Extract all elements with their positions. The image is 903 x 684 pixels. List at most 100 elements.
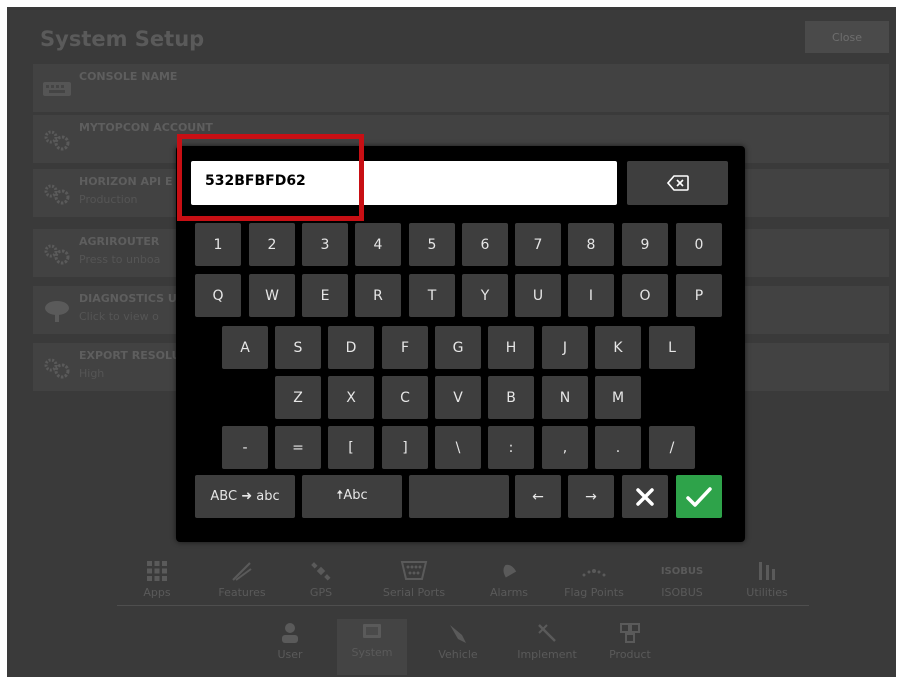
nav-tab-vehicle[interactable]: Vehicle	[423, 621, 493, 677]
key-e[interactable]: E	[302, 274, 348, 317]
nav-tab-alarms[interactable]: Alarms	[474, 559, 544, 615]
key-8[interactable]: 8	[568, 223, 614, 266]
nav-label: Flag Points	[564, 586, 624, 599]
key-a[interactable]: A	[222, 326, 268, 369]
key-q[interactable]: Q	[195, 274, 241, 317]
key-6[interactable]: 6	[462, 223, 508, 266]
nav-tab-flag-points[interactable]: Flag Points	[559, 559, 629, 615]
key-h[interactable]: H	[488, 326, 534, 369]
key-p[interactable]: P	[676, 274, 722, 317]
key-w[interactable]: W	[249, 274, 295, 317]
setting-value: Production	[79, 193, 138, 206]
key-4[interactable]: 4	[355, 223, 401, 266]
key-x[interactable]: X	[328, 376, 374, 419]
key-2[interactable]: 2	[249, 223, 295, 266]
key-r[interactable]: R	[355, 274, 401, 317]
key-period[interactable]: .	[595, 426, 641, 469]
alarm-bell-icon	[503, 564, 517, 578]
key-5[interactable]: 5	[409, 223, 455, 266]
key-s[interactable]: S	[275, 326, 321, 369]
checkmark-icon	[686, 486, 712, 507]
serial-port-icon	[400, 561, 428, 580]
setting-value: Press to unboa	[79, 253, 161, 266]
left-arrow-key[interactable]: ←	[515, 475, 561, 518]
space-key[interactable]	[409, 475, 509, 518]
apps-grid-icon	[147, 561, 167, 581]
key-n[interactable]: N	[542, 376, 588, 419]
key-backslash[interactable]: \	[435, 426, 481, 469]
setting-name: AGRIROUTER	[79, 235, 160, 248]
nav-tab-apps[interactable]: Apps	[122, 559, 192, 615]
close-button[interactable]: Close	[805, 21, 889, 53]
key-m[interactable]: M	[595, 376, 641, 419]
case-toggle-button[interactable]: ABC ➜ abc	[195, 475, 295, 518]
key-o[interactable]: O	[622, 274, 668, 317]
key-f[interactable]: F	[382, 326, 428, 369]
utilities-icon	[759, 562, 775, 580]
key-g[interactable]: G	[435, 326, 481, 369]
key-3[interactable]: 3	[302, 223, 348, 266]
highlight-annotation	[177, 134, 364, 221]
page-title: System Setup	[40, 27, 205, 51]
gears-icon	[41, 353, 73, 381]
key-minus[interactable]: -	[222, 426, 268, 469]
flag-points-icon	[582, 569, 606, 577]
key-slash[interactable]: /	[649, 426, 695, 469]
key-t[interactable]: T	[409, 274, 455, 317]
shift-button[interactable]: 🠅Abc	[302, 475, 402, 518]
setting-name: HORIZON API E	[79, 175, 173, 188]
key-close-bracket[interactable]: ]	[382, 426, 428, 469]
key-k[interactable]: K	[595, 326, 641, 369]
setting-name: DIAGNOSTICS U	[79, 292, 177, 305]
key-z[interactable]: Z	[275, 376, 321, 419]
key-v[interactable]: V	[435, 376, 481, 419]
right-arrow-key[interactable]: →	[568, 475, 614, 518]
nav-tab-serial-ports[interactable]: Serial Ports	[379, 559, 449, 615]
key-i[interactable]: I	[568, 274, 614, 317]
nav-label: User	[277, 648, 303, 661]
key-7[interactable]: 7	[515, 223, 561, 266]
system-console-icon	[363, 624, 381, 638]
key-colon[interactable]: :	[488, 426, 534, 469]
close-x-icon	[636, 487, 654, 506]
isobus-icon: ISOBUS	[660, 565, 704, 577]
nav-label: System	[351, 646, 393, 659]
nav-tab-implement[interactable]: Implement	[512, 621, 582, 677]
user-icon	[282, 623, 298, 643]
backspace-icon	[666, 175, 689, 191]
cancel-button[interactable]	[622, 475, 668, 518]
nav-tab-product[interactable]: Product	[595, 621, 665, 677]
confirm-button[interactable]	[676, 475, 722, 518]
key-y[interactable]: Y	[462, 274, 508, 317]
nav-tab-utilities[interactable]: Utilities	[732, 559, 802, 615]
key-c[interactable]: C	[382, 376, 428, 419]
implement-icon	[538, 624, 556, 642]
cloud-upload-icon	[41, 296, 73, 324]
key-equals[interactable]: =	[275, 426, 321, 469]
nav-tab-user[interactable]: User	[255, 621, 325, 677]
key-l[interactable]: L	[649, 326, 695, 369]
key-j[interactable]: J	[542, 326, 588, 369]
gears-icon	[41, 239, 73, 267]
nav-label: Utilities	[746, 586, 788, 599]
nav-tab-features[interactable]: Features	[207, 559, 277, 615]
nav-label: Vehicle	[438, 648, 478, 661]
key-d[interactable]: D	[328, 326, 374, 369]
nav-tab-system[interactable]: System	[337, 619, 407, 675]
key-open-bracket[interactable]: [	[328, 426, 374, 469]
gears-icon	[41, 179, 73, 207]
backspace-button[interactable]	[627, 161, 728, 205]
nav-tab-gps[interactable]: GPS	[286, 559, 356, 615]
setting-console-name[interactable]: CONSOLE NAME	[33, 64, 889, 112]
key-9[interactable]: 9	[622, 223, 668, 266]
key-0[interactable]: 0	[676, 223, 722, 266]
setting-name: CONSOLE NAME	[79, 70, 178, 83]
nav-tab-isobus[interactable]: ISOBUS ISOBUS	[647, 559, 717, 615]
key-b[interactable]: B	[488, 376, 534, 419]
key-u[interactable]: U	[515, 274, 561, 317]
features-icon	[232, 562, 252, 581]
setting-value: High	[79, 367, 105, 380]
key-1[interactable]: 1	[195, 223, 241, 266]
key-comma[interactable]: ,	[542, 426, 588, 469]
keyboard-icon	[41, 74, 73, 102]
